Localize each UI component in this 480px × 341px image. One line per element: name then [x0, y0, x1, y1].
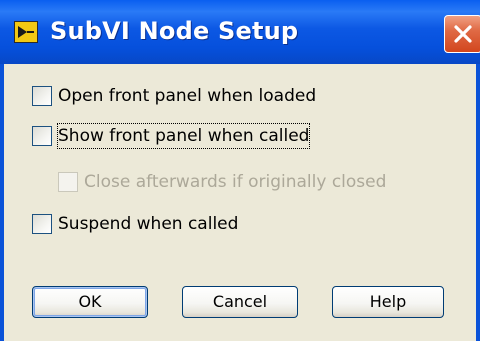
suspend-when-called-label[interactable]: Suspend when called	[58, 212, 238, 236]
close-button[interactable]	[444, 15, 480, 53]
show-front-panel-checkbox[interactable]	[32, 126, 52, 146]
window-frame-right	[476, 64, 480, 341]
close-afterwards-label: Close afterwards if originally closed	[84, 172, 387, 192]
window-frame-left	[0, 64, 4, 341]
close-afterwards-checkbox	[58, 172, 78, 192]
show-front-panel-label[interactable]: Show front panel when called	[56, 123, 311, 149]
subvi-node-setup-dialog: SubVI Node Setup Open front panel when l…	[0, 0, 480, 341]
ok-button[interactable]: OK	[32, 286, 148, 318]
close-icon	[454, 25, 472, 43]
open-front-panel-label[interactable]: Open front panel when loaded	[58, 84, 316, 108]
window-title: SubVI Node Setup	[50, 17, 299, 45]
open-front-panel-checkbox[interactable]	[32, 86, 52, 106]
suspend-when-called-checkbox[interactable]	[32, 214, 52, 234]
cancel-button[interactable]: Cancel	[182, 286, 298, 318]
help-button[interactable]: Help	[332, 286, 444, 318]
labview-vi-icon	[14, 21, 38, 43]
title-bar[interactable]: SubVI Node Setup	[0, 0, 480, 64]
